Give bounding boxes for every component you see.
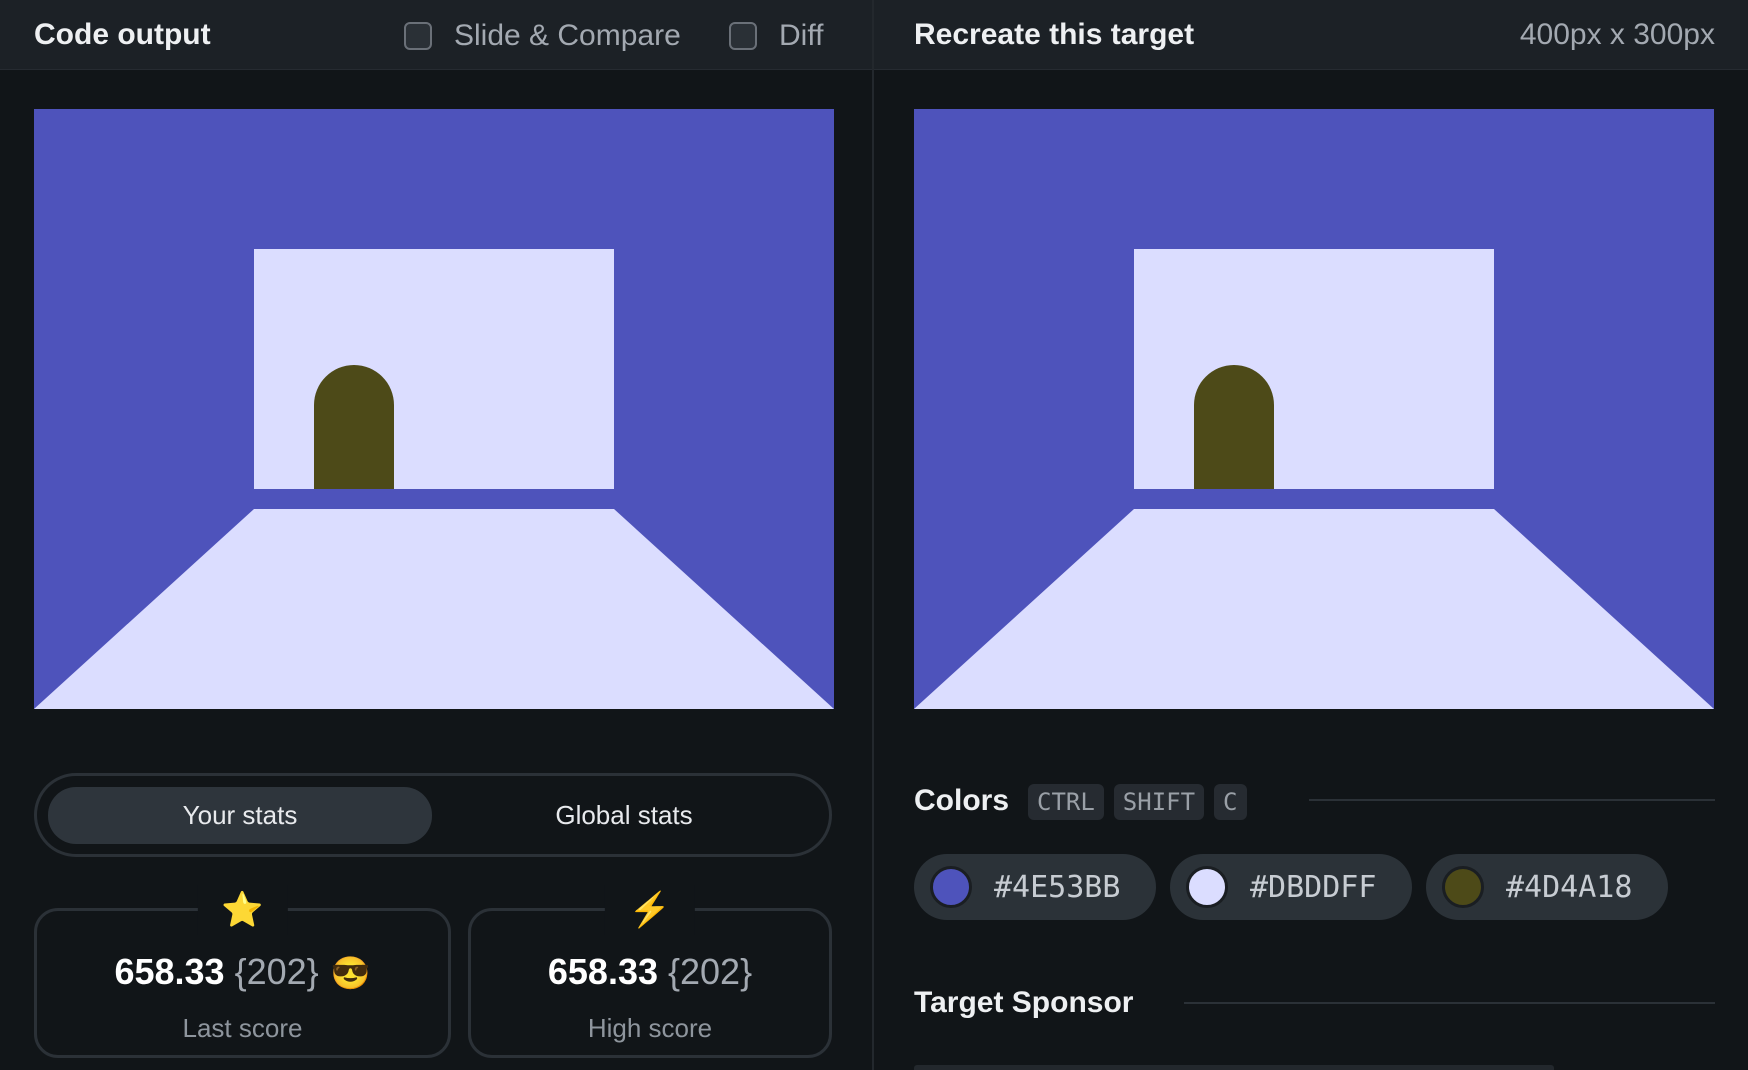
key-shift: SHIFT	[1113, 784, 1205, 820]
high-score-number: 658.33	[547, 951, 658, 992]
star-icon: ⭐	[197, 885, 288, 935]
slide-compare-option[interactable]: Slide & Compare	[404, 19, 681, 53]
key-c: C	[1214, 784, 1247, 820]
code-output-header: Code output Slide & Compare Diff	[0, 0, 872, 70]
target-panel: Recreate this target 400px x 300px Color…	[874, 0, 1748, 1070]
last-score-count: {202}	[234, 951, 319, 992]
color-swatch[interactable]: #4E53BB	[914, 854, 1156, 920]
tab-global-stats[interactable]: Global stats	[432, 787, 816, 844]
stats-tabs: Your stats Global stats	[34, 773, 832, 857]
last-score-number: 658.33	[114, 951, 225, 992]
code-output-panel: Code output Slide & Compare Diff Your st…	[0, 0, 872, 1070]
color-swatch[interactable]: #4D4A18	[1426, 854, 1668, 920]
high-score-card: ⚡ 658.33 {202} High score	[468, 885, 832, 1058]
color-dot	[1442, 866, 1484, 908]
target-canvas	[914, 109, 1714, 709]
back-wall	[1134, 249, 1494, 489]
code-output-title: Code output	[34, 18, 211, 51]
last-score-card: ⭐ 658.33 {202} 😎 Last score	[34, 885, 451, 1058]
slide-compare-checkbox[interactable]	[404, 22, 432, 50]
slide-compare-label[interactable]: Slide & Compare	[454, 19, 681, 53]
target-render	[914, 109, 1714, 709]
code-output-canvas[interactable]	[34, 109, 834, 709]
arched-door	[1194, 365, 1274, 489]
arched-door	[314, 365, 394, 489]
last-score-label: Last score	[182, 1013, 303, 1043]
color-hex: #4D4A18	[1506, 869, 1633, 905]
key-ctrl: CTRL	[1028, 784, 1104, 820]
sponsor-card-edge	[914, 1065, 1554, 1070]
target-header: Recreate this target 400px x 300px	[874, 0, 1748, 70]
diff-checkbox[interactable]	[729, 22, 757, 50]
target-title: Recreate this target	[914, 18, 1195, 51]
sunglasses-emoji-icon: 😎	[330, 955, 371, 991]
diff-label[interactable]: Diff	[779, 19, 823, 53]
colors-title: Colors	[914, 784, 1010, 817]
color-dot	[930, 866, 972, 908]
high-score-label: High score	[587, 1013, 713, 1043]
code-output-render	[34, 109, 834, 709]
sponsor-title: Target Sponsor	[914, 986, 1134, 1019]
diff-option[interactable]: Diff	[729, 19, 823, 53]
colors-shortcut: CTRL SHIFT C	[1028, 784, 1257, 820]
target-dimensions: 400px x 300px	[1519, 18, 1715, 51]
high-score-value: 658.33 {202}	[471, 951, 829, 993]
back-wall	[254, 249, 614, 489]
last-score-value: 658.33 {202} 😎	[37, 951, 448, 993]
tab-your-stats[interactable]: Your stats	[48, 787, 432, 844]
color-hex: #4E53BB	[994, 869, 1121, 905]
sponsor-divider	[1184, 1002, 1715, 1004]
lightning-icon: ⚡	[604, 885, 696, 935]
color-hex: #DBDDFF	[1250, 869, 1377, 905]
colors-divider	[1309, 799, 1715, 801]
high-score-count: {202}	[667, 951, 753, 992]
color-swatch[interactable]: #DBDDFF	[1170, 854, 1412, 920]
color-dot	[1186, 866, 1228, 908]
